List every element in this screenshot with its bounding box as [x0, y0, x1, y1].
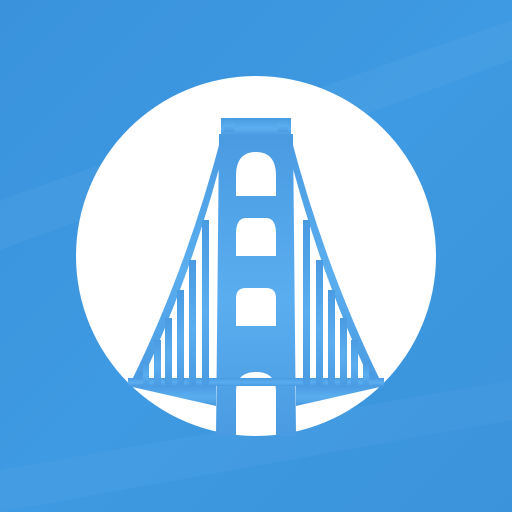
app-icon — [0, 0, 512, 512]
bridge-logo — [0, 0, 512, 512]
